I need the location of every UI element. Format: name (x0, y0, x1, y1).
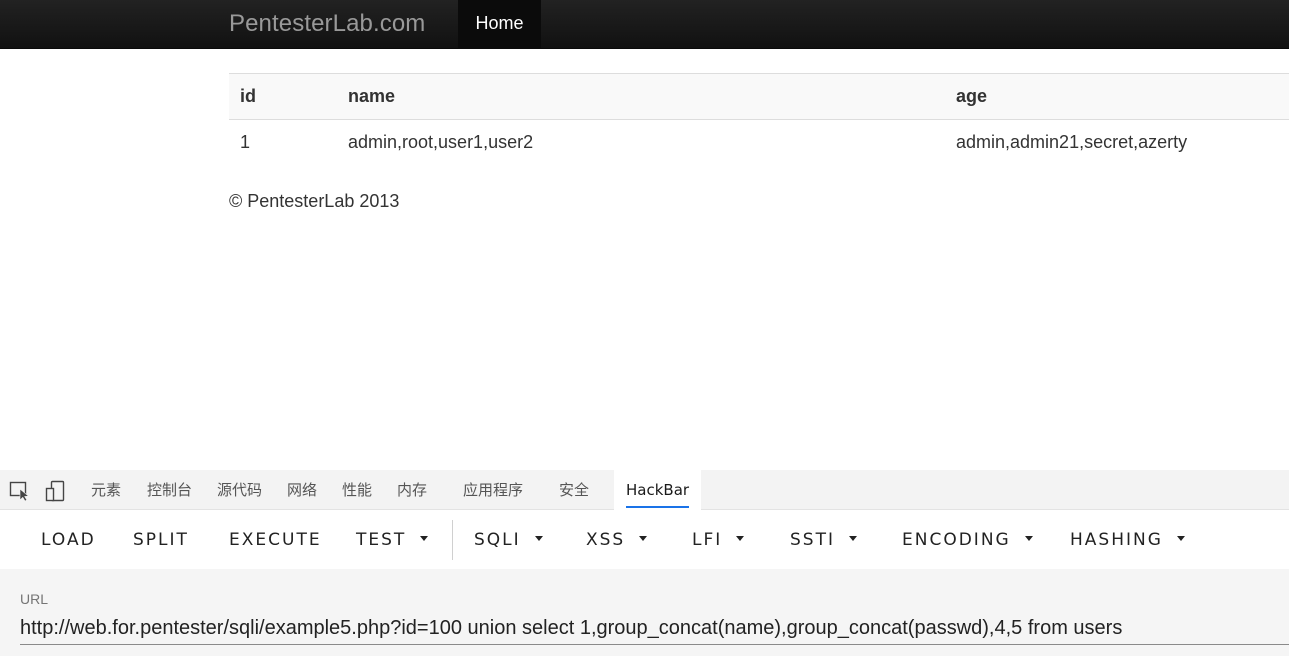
ssti-menu-label: SSTI (790, 530, 835, 550)
tab-memory[interactable]: 内存 (397, 470, 427, 510)
split-button[interactable]: SPLIT (133, 511, 189, 569)
encoding-menu-button[interactable]: ENCODING (902, 511, 1033, 569)
results-table: id name age 1 admin,root,user1,user2 adm… (229, 73, 1289, 165)
test-menu-label: TEST (356, 530, 407, 550)
url-field-container: URL (0, 569, 1289, 656)
lfi-menu-button[interactable]: LFI (692, 511, 745, 569)
hashing-menu-label: HASHING (1070, 530, 1163, 550)
column-header-name: name (337, 73, 945, 120)
cell-name: admin,root,user1,user2 (348, 131, 534, 152)
hackbar-toolbar: LOAD SPLIT EXECUTE TEST SQLI XSS LFI SST… (0, 511, 1289, 569)
execute-button-label: EXECUTE (229, 530, 322, 550)
column-header-age: age (945, 73, 1289, 120)
toolbar-divider (452, 520, 453, 560)
device-toolbar-icon[interactable] (45, 480, 67, 502)
caret-down-icon (420, 535, 429, 541)
page-footer: © PentesterLab 2013 (229, 191, 400, 211)
tab-sources[interactable]: 源代码 (217, 470, 262, 510)
tab-elements[interactable]: 元素 (91, 470, 121, 510)
cell-age: admin,admin21,secret,azerty (956, 131, 1188, 152)
xss-menu-button[interactable]: XSS (586, 511, 648, 569)
inspect-element-icon[interactable] (9, 480, 31, 502)
split-button-label: SPLIT (133, 530, 189, 550)
hashing-menu-button[interactable]: HASHING (1070, 511, 1185, 569)
table-header-row: id name age (229, 73, 1289, 120)
column-header-id: id (229, 73, 337, 120)
tab-security[interactable]: 安全 (559, 470, 589, 510)
lfi-menu-label: LFI (692, 530, 723, 550)
ssti-menu-button[interactable]: SSTI (790, 511, 857, 569)
tab-performance[interactable]: 性能 (342, 470, 372, 510)
tab-hackbar[interactable]: HackBar (614, 470, 702, 510)
devtools-tab-bar: 元素 控制台 源代码 网络 性能 内存 应用程序 安全 HackBar (0, 470, 1289, 510)
cell-id: 1 (240, 131, 251, 152)
top-navbar: PentesterLab.com Home (0, 0, 1289, 49)
caret-down-icon (848, 535, 857, 541)
sqli-menu-label: SQLI (474, 530, 521, 550)
tab-console[interactable]: 控制台 (147, 470, 192, 510)
test-menu-button[interactable]: TEST (356, 511, 429, 569)
caret-down-icon (639, 535, 648, 541)
load-button-label: LOAD (41, 530, 96, 550)
encoding-menu-label: ENCODING (902, 530, 1011, 550)
load-button[interactable]: LOAD (41, 511, 96, 569)
caret-down-icon (1176, 535, 1185, 541)
caret-down-icon (1024, 535, 1033, 541)
caret-down-icon (736, 535, 745, 541)
tab-application[interactable]: 应用程序 (463, 470, 523, 510)
sqli-menu-button[interactable]: SQLI (474, 511, 543, 569)
url-label: URL (20, 591, 49, 607)
table-row: 1 admin,root,user1,user2 admin,admin21,s… (229, 120, 1289, 165)
xss-menu-label: XSS (586, 530, 626, 550)
caret-down-icon (534, 535, 543, 541)
brand-link[interactable]: PentesterLab.com (229, 10, 425, 38)
tab-network[interactable]: 网络 (287, 470, 317, 510)
execute-button[interactable]: EXECUTE (229, 511, 322, 569)
nav-home-link[interactable]: Home (458, 0, 541, 49)
url-input[interactable] (20, 612, 1289, 645)
